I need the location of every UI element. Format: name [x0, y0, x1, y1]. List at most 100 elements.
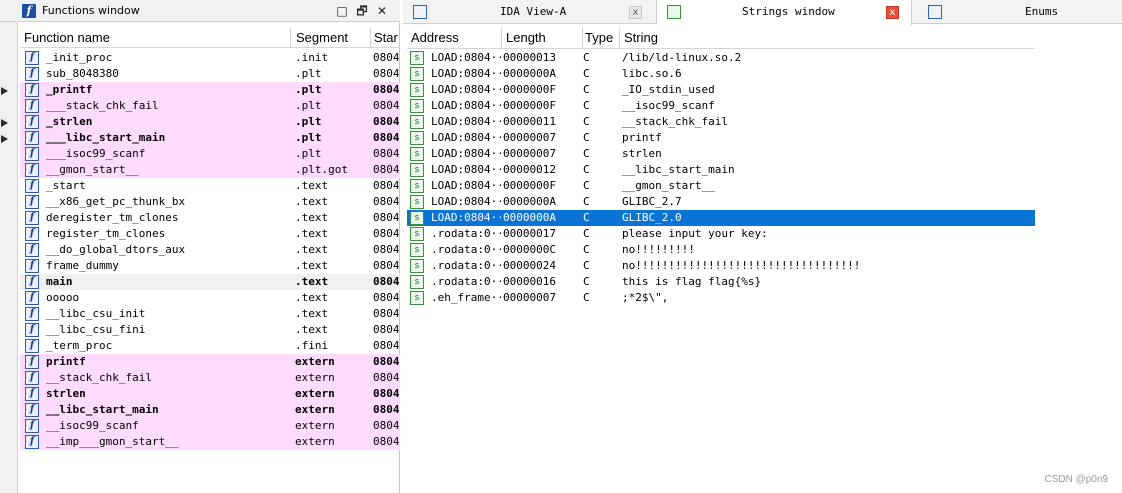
function-row[interactable]: f ___isoc99_scanf .plt 0804	[20, 146, 400, 162]
function-f-icon: f	[25, 275, 39, 289]
function-row[interactable]: f _start .text 0804	[20, 178, 400, 194]
function-row[interactable]: f __gmon_start__ .plt.got 0804	[20, 162, 400, 178]
function-f-icon: f	[25, 131, 39, 145]
function-start: 0804	[373, 355, 400, 368]
column-header-length[interactable]: Length	[506, 30, 546, 45]
string-value: __libc_start_main	[622, 163, 735, 176]
strings-table-header: Address Length Type String	[407, 27, 1035, 49]
string-address: .rodata:0···	[431, 259, 501, 272]
string-row[interactable]: s LOAD:0804···0000000F C _IO_stdin_used	[407, 82, 1035, 98]
string-row[interactable]: s LOAD:0804···0000000A C GLIBC_2.7	[407, 194, 1035, 210]
string-length: 00000007	[503, 147, 556, 160]
function-start: 0804	[373, 99, 400, 112]
string-row[interactable]: s LOAD:0804···0000000F C __isoc99_scanf	[407, 98, 1035, 114]
string-row[interactable]: s .rodata:0···00000016 Cthis is flag flag{…	[407, 274, 1035, 290]
function-name: deregister_tm_clones	[46, 211, 179, 224]
string-s-icon: s	[410, 147, 424, 161]
string-length: 00000007	[503, 291, 556, 304]
function-row[interactable]: f __libc_csu_fini .text 0804	[20, 322, 400, 338]
string-s-icon: s	[410, 259, 424, 273]
string-address: LOAD:0804···	[431, 51, 501, 64]
string-row[interactable]: s LOAD:0804···0000000A C GLIBC_2.0	[407, 210, 1035, 226]
string-row[interactable]: s LOAD:0804···00000007 Cstrlen	[407, 146, 1035, 162]
function-row[interactable]: f __libc_start_main extern 0804	[20, 402, 400, 418]
function-row[interactable]: f printf extern 0804	[20, 354, 400, 370]
function-name: __stack_chk_fail	[46, 371, 152, 384]
string-s-icon: s	[410, 179, 424, 193]
column-header-function-name[interactable]: Function name	[24, 30, 110, 45]
function-start: 0804	[373, 307, 400, 320]
column-header-address[interactable]: Address	[411, 30, 459, 45]
string-value: __isoc99_scanf	[622, 99, 715, 112]
string-address: .rodata:0···	[431, 243, 501, 256]
close-tab-button[interactable]: x	[886, 6, 899, 19]
function-row[interactable]: f main .text 0804	[20, 274, 400, 290]
function-row[interactable]: f ___libc_start_main .plt 0804	[20, 130, 400, 146]
function-name: printf	[46, 355, 86, 368]
restore-button[interactable]: □	[334, 3, 350, 19]
functions-window-titlebar: f Functions window □ 🗗 ✕	[0, 0, 400, 22]
string-row[interactable]: s LOAD:0804···00000012 C __libc_start_main	[407, 162, 1035, 178]
function-name: _term_proc	[46, 339, 113, 352]
function-row[interactable]: f __do_global_dtors_aux .text 0804	[20, 242, 400, 258]
function-name: __gmon_start__	[46, 163, 139, 176]
string-type: C	[583, 51, 590, 64]
string-row[interactable]: s LOAD:0804···0000000A Clibc.so.6	[407, 66, 1035, 82]
function-segment: .plt	[295, 83, 322, 96]
string-value: __stack_chk_fail	[622, 115, 728, 128]
tab-strings-window[interactable]: Strings window x	[657, 0, 912, 25]
string-row[interactable]: s .eh_frame···00000007 C ;*2$\",	[407, 290, 1035, 306]
function-row[interactable]: f __x86_get_pc_thunk_bx .text 0804	[20, 194, 400, 210]
function-f-icon: f	[25, 419, 39, 433]
function-row[interactable]: f __stack_chk_fail extern 0804	[20, 370, 400, 386]
column-header-start[interactable]: Star	[374, 30, 398, 45]
string-row[interactable]: s LOAD:0804···0000000F C __gmon_start__	[407, 178, 1035, 194]
string-address: LOAD:0804···	[431, 211, 501, 224]
function-row[interactable]: f ___stack_chk_fail .plt 0804	[20, 98, 400, 114]
string-row[interactable]: s LOAD:0804···00000011 C __stack_chk_fail	[407, 114, 1035, 130]
string-address: .eh_frame···	[431, 291, 501, 304]
function-row[interactable]: f _init_proc .init 0804	[20, 50, 400, 66]
string-type: C	[583, 259, 590, 272]
function-row[interactable]: f _strlen .plt 0804	[20, 114, 400, 130]
function-row[interactable]: f register_tm_clones .text 0804	[20, 226, 400, 242]
column-header-string[interactable]: String	[624, 30, 658, 45]
string-row[interactable]: s .rodata:0···00000017 Cplease input your …	[407, 226, 1035, 242]
function-row[interactable]: f sub_8048380 .plt 0804	[20, 66, 400, 82]
string-value: please input your key:	[622, 227, 768, 240]
function-f-icon: f	[25, 323, 39, 337]
close-button[interactable]: ✕	[374, 3, 390, 19]
function-row[interactable]: f ooooo .text 0804	[20, 290, 400, 306]
function-row[interactable]: f __libc_csu_init .text 0804	[20, 306, 400, 322]
string-row[interactable]: s LOAD:0804···00000007 Cprintf	[407, 130, 1035, 146]
function-segment: .plt	[295, 115, 322, 128]
function-start: 0804	[373, 323, 400, 336]
function-row[interactable]: f _printf .plt 0804	[20, 82, 400, 98]
string-value: ;*2$\",	[622, 291, 669, 304]
function-f-icon: f	[25, 147, 39, 161]
string-address: LOAD:0804···	[431, 163, 501, 176]
function-row[interactable]: f deregister_tm_clones .text 0804	[20, 210, 400, 226]
tab-enums[interactable]: Enums	[912, 0, 1122, 24]
function-segment: .plt.got	[295, 163, 348, 176]
string-row[interactable]: s .rodata:0···00000024 Cno!!!!!!!!!!!!!!!!…	[407, 258, 1035, 274]
function-row[interactable]: f __imp___gmon_start__ extern 0804	[20, 434, 400, 450]
column-header-segment[interactable]: Segment	[296, 30, 348, 45]
tab-ida-view-a[interactable]: IDA View-A x	[403, 0, 657, 24]
function-segment: .plt	[295, 147, 322, 160]
function-row[interactable]: f strlen extern 0804	[20, 386, 400, 402]
close-tab-button[interactable]: x	[629, 6, 642, 19]
float-window-button[interactable]: 🗗	[354, 3, 370, 19]
function-row[interactable]: f __isoc99_scanf extern 0804	[20, 418, 400, 434]
string-length: 0000000F	[503, 99, 556, 112]
string-s-icon: s	[410, 131, 424, 145]
function-start: 0804	[373, 387, 400, 400]
string-length: 0000000A	[503, 67, 556, 80]
string-row[interactable]: s .rodata:0···0000000C Cno!!!!!!!!!	[407, 242, 1035, 258]
function-name: register_tm_clones	[46, 227, 166, 240]
string-row[interactable]: s LOAD:0804···00000013 C/lib/ld-linux.so.2	[407, 50, 1035, 66]
function-row[interactable]: f _term_proc .fini 0804	[20, 338, 400, 354]
column-header-type[interactable]: Type	[585, 30, 613, 45]
strings-list: sLOAD:0804···00000013C/lib/ld-linux.so.2…	[407, 50, 1035, 306]
function-row[interactable]: f frame_dummy .text 0804	[20, 258, 400, 274]
